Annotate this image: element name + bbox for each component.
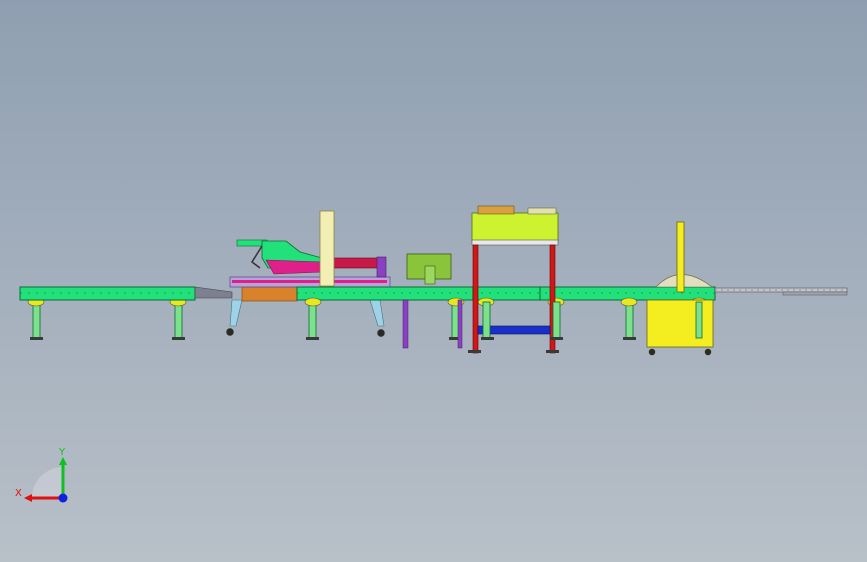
arm-linkage: [250, 245, 263, 269]
vertical-post: [319, 210, 335, 287]
taping-head-lid: [477, 205, 515, 215]
strapping-body: [646, 299, 714, 348]
caster-wheel: [648, 348, 656, 356]
coordinate-triad: X Y: [15, 447, 68, 503]
control-panel: [424, 265, 436, 285]
taping-head-frame[interactable]: [468, 205, 563, 354]
carton-folder-station[interactable]: [225, 210, 391, 338]
foot-pad: [546, 350, 559, 353]
foot-pad: [623, 337, 636, 340]
caster-wheel: [376, 328, 386, 338]
outfeed-rail[interactable]: [714, 287, 848, 296]
foot-pad: [550, 337, 563, 340]
leg: [174, 301, 183, 339]
frame-leg: [472, 244, 479, 354]
caster-wheel: [704, 348, 712, 356]
triad-plane: [32, 467, 63, 498]
station-frame: [369, 299, 385, 327]
taping-head-lid: [527, 207, 557, 215]
assembly-drawing: X Y: [15, 205, 848, 503]
leg: [32, 301, 41, 339]
frame-top-bar: [471, 239, 559, 246]
station-frame: [229, 299, 243, 327]
leg: [552, 301, 561, 339]
caster-wheel: [225, 327, 235, 337]
magenta-strip: [232, 280, 387, 283]
cad-viewport[interactable]: X Y: [0, 0, 867, 562]
support-rod: [402, 299, 409, 349]
outfeed-rail-bar: [782, 291, 848, 296]
conveyor-frame: [296, 286, 716, 301]
foot-bracket: [304, 297, 322, 307]
infeed-conveyor[interactable]: [19, 286, 196, 340]
orange-block: [241, 286, 298, 302]
y-axis-label: Y: [58, 447, 66, 458]
taping-head-box: [471, 212, 559, 242]
foot-pad: [30, 337, 43, 340]
transfer-ramp: [194, 286, 233, 299]
foot-pad: [172, 337, 185, 340]
foot-pad: [468, 350, 481, 353]
support-rod: [457, 299, 463, 349]
foot-pad: [481, 337, 494, 340]
leg: [482, 301, 491, 339]
x-axis-label: X: [15, 488, 22, 499]
press-bar: [332, 257, 379, 269]
strap-post: [676, 221, 685, 293]
conveyor-frame: [19, 286, 196, 301]
foot-bracket: [620, 297, 638, 307]
leg: [625, 301, 634, 339]
foot-pad: [306, 337, 319, 340]
leg: [695, 301, 703, 339]
leg: [308, 301, 317, 339]
purple-block: [376, 256, 387, 278]
folder-flap: [265, 259, 323, 275]
